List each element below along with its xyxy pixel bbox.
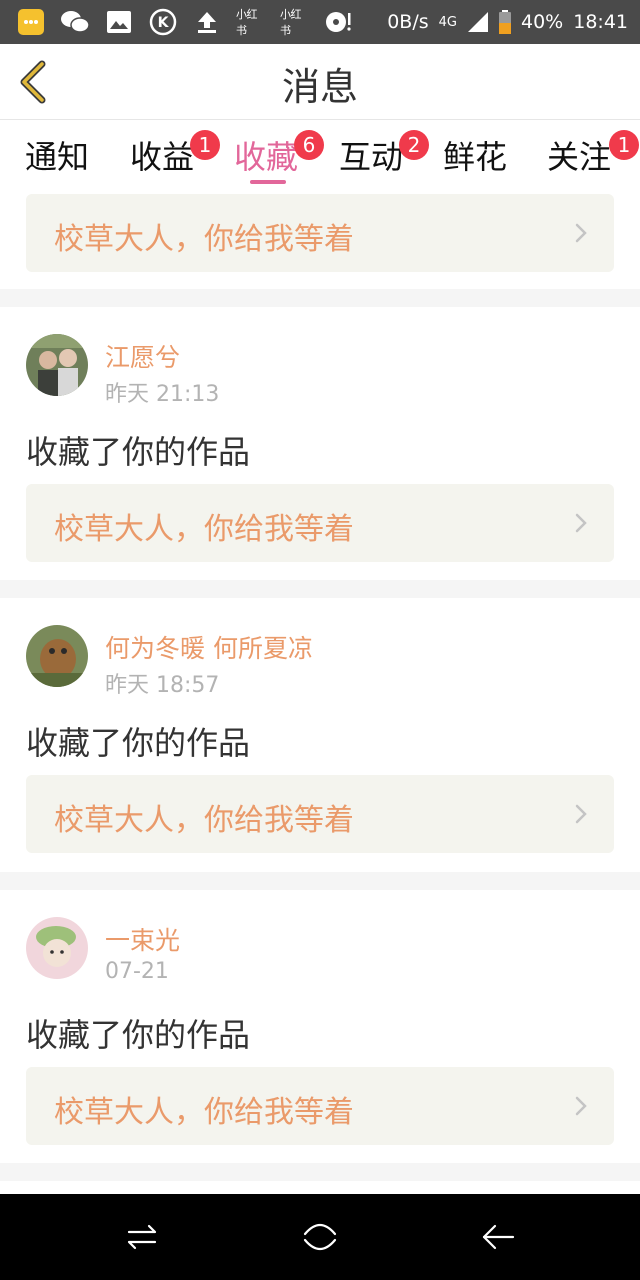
network-speed: 0B/s: [387, 11, 429, 33]
message-text: 收藏了你的作品: [26, 433, 251, 471]
gallery-icon: [104, 7, 134, 37]
divider: [0, 872, 640, 890]
user-name[interactable]: 江愿兮: [105, 338, 180, 374]
user-name[interactable]: 一束光: [105, 921, 180, 957]
xiaohongshu-icon: 小红书: [236, 8, 258, 37]
user-name[interactable]: 何为冬暖 何所夏凉: [105, 629, 313, 665]
list-item: 江愿兮 昨天 21:13 收藏了你的作品 校草大人，你给我等着: [0, 307, 640, 580]
music-icon: [324, 7, 354, 37]
svg-text:K: K: [158, 15, 170, 31]
timestamp: 07-21: [105, 959, 169, 984]
avatar[interactable]: [26, 625, 88, 687]
unread-badge: 1: [609, 130, 639, 160]
clock: 18:41: [573, 11, 628, 33]
home-icon: [303, 1223, 337, 1251]
divider: [0, 289, 640, 307]
work-link[interactable]: 校草大人，你给我等着: [26, 484, 614, 562]
avatar[interactable]: [26, 334, 88, 396]
tab-flowers[interactable]: 鲜花: [443, 132, 507, 178]
tab-notifications[interactable]: 通知: [25, 132, 89, 178]
unread-badge: 1: [190, 130, 220, 160]
work-link[interactable]: 校草大人，你给我等着: [26, 194, 614, 272]
network-type: 4G: [438, 14, 457, 30]
tab-earnings[interactable]: 收益 1: [130, 130, 220, 178]
tab-label: 收益: [130, 138, 195, 176]
tab-interactions[interactable]: 互动 2: [339, 130, 429, 178]
chevron-right-icon: [575, 804, 587, 824]
message-text: 收藏了你的作品: [26, 1016, 251, 1054]
work-title: 校草大人，你给我等着: [54, 222, 354, 257]
header: 消息: [0, 44, 640, 120]
system-nav-bar: [0, 1194, 640, 1280]
avatar[interactable]: [26, 917, 88, 979]
list-item: 何为冬暖 何所夏凉 昨天 18:57 收藏了你的作品 校草大人，你给我等着: [0, 598, 640, 872]
signal-icon: [468, 12, 488, 32]
tab-label: 鲜花: [443, 138, 508, 176]
tab-label: 通知: [25, 138, 90, 176]
back-nav-icon: [482, 1224, 515, 1250]
divider: [0, 580, 640, 598]
tab-label: 收藏: [234, 138, 299, 176]
chevron-right-icon: [575, 513, 587, 533]
tab-favorites[interactable]: 收藏 6: [234, 130, 324, 178]
switch-button[interactable]: [119, 1214, 165, 1260]
tab-label: 关注: [547, 138, 612, 176]
home-button[interactable]: [297, 1214, 343, 1260]
tab-following[interactable]: 关注 1: [547, 130, 639, 178]
list-item: 校草大人，你给我等着: [0, 192, 640, 289]
work-title: 校草大人，你给我等着: [54, 512, 354, 547]
back-nav-button[interactable]: [475, 1214, 521, 1260]
work-link[interactable]: 校草大人，你给我等着: [26, 775, 614, 853]
work-title: 校草大人，你给我等着: [54, 803, 354, 838]
status-bar: K 小红书 小红书 0B/s 4G 40% 18:41: [0, 0, 640, 44]
k-app-icon: K: [148, 7, 178, 37]
tab-label: 互动: [339, 138, 404, 176]
unread-badge: 6: [294, 130, 324, 160]
tab-bar: 通知 收益 1 收藏 6 互动 2 鲜花 关注 1: [0, 120, 640, 192]
message-text: 收藏了你的作品: [26, 724, 251, 762]
battery-level: 40%: [521, 11, 564, 33]
work-title: 校草大人，你给我等着: [54, 1095, 354, 1130]
chevron-right-icon: [575, 223, 587, 243]
work-link[interactable]: 校草大人，你给我等着: [26, 1067, 614, 1145]
chevron-right-icon: [575, 1096, 587, 1116]
list-item: 一束光 07-21 收藏了你的作品 校草大人，你给我等着: [0, 890, 640, 1163]
active-tab-indicator: [250, 180, 286, 184]
unread-badge: 2: [399, 130, 429, 160]
page-title: 消息: [281, 65, 358, 109]
xiaohongshu-icon: 小红书: [280, 8, 302, 37]
wechat-icon: [60, 7, 90, 37]
battery-icon: [499, 10, 511, 34]
chat-app-icon: [16, 7, 46, 37]
upload-icon: [192, 7, 222, 37]
divider: [0, 1163, 640, 1181]
switch-icon: [127, 1224, 157, 1250]
timestamp: 昨天 21:13: [105, 382, 220, 407]
timestamp: 昨天 18:57: [105, 673, 220, 698]
